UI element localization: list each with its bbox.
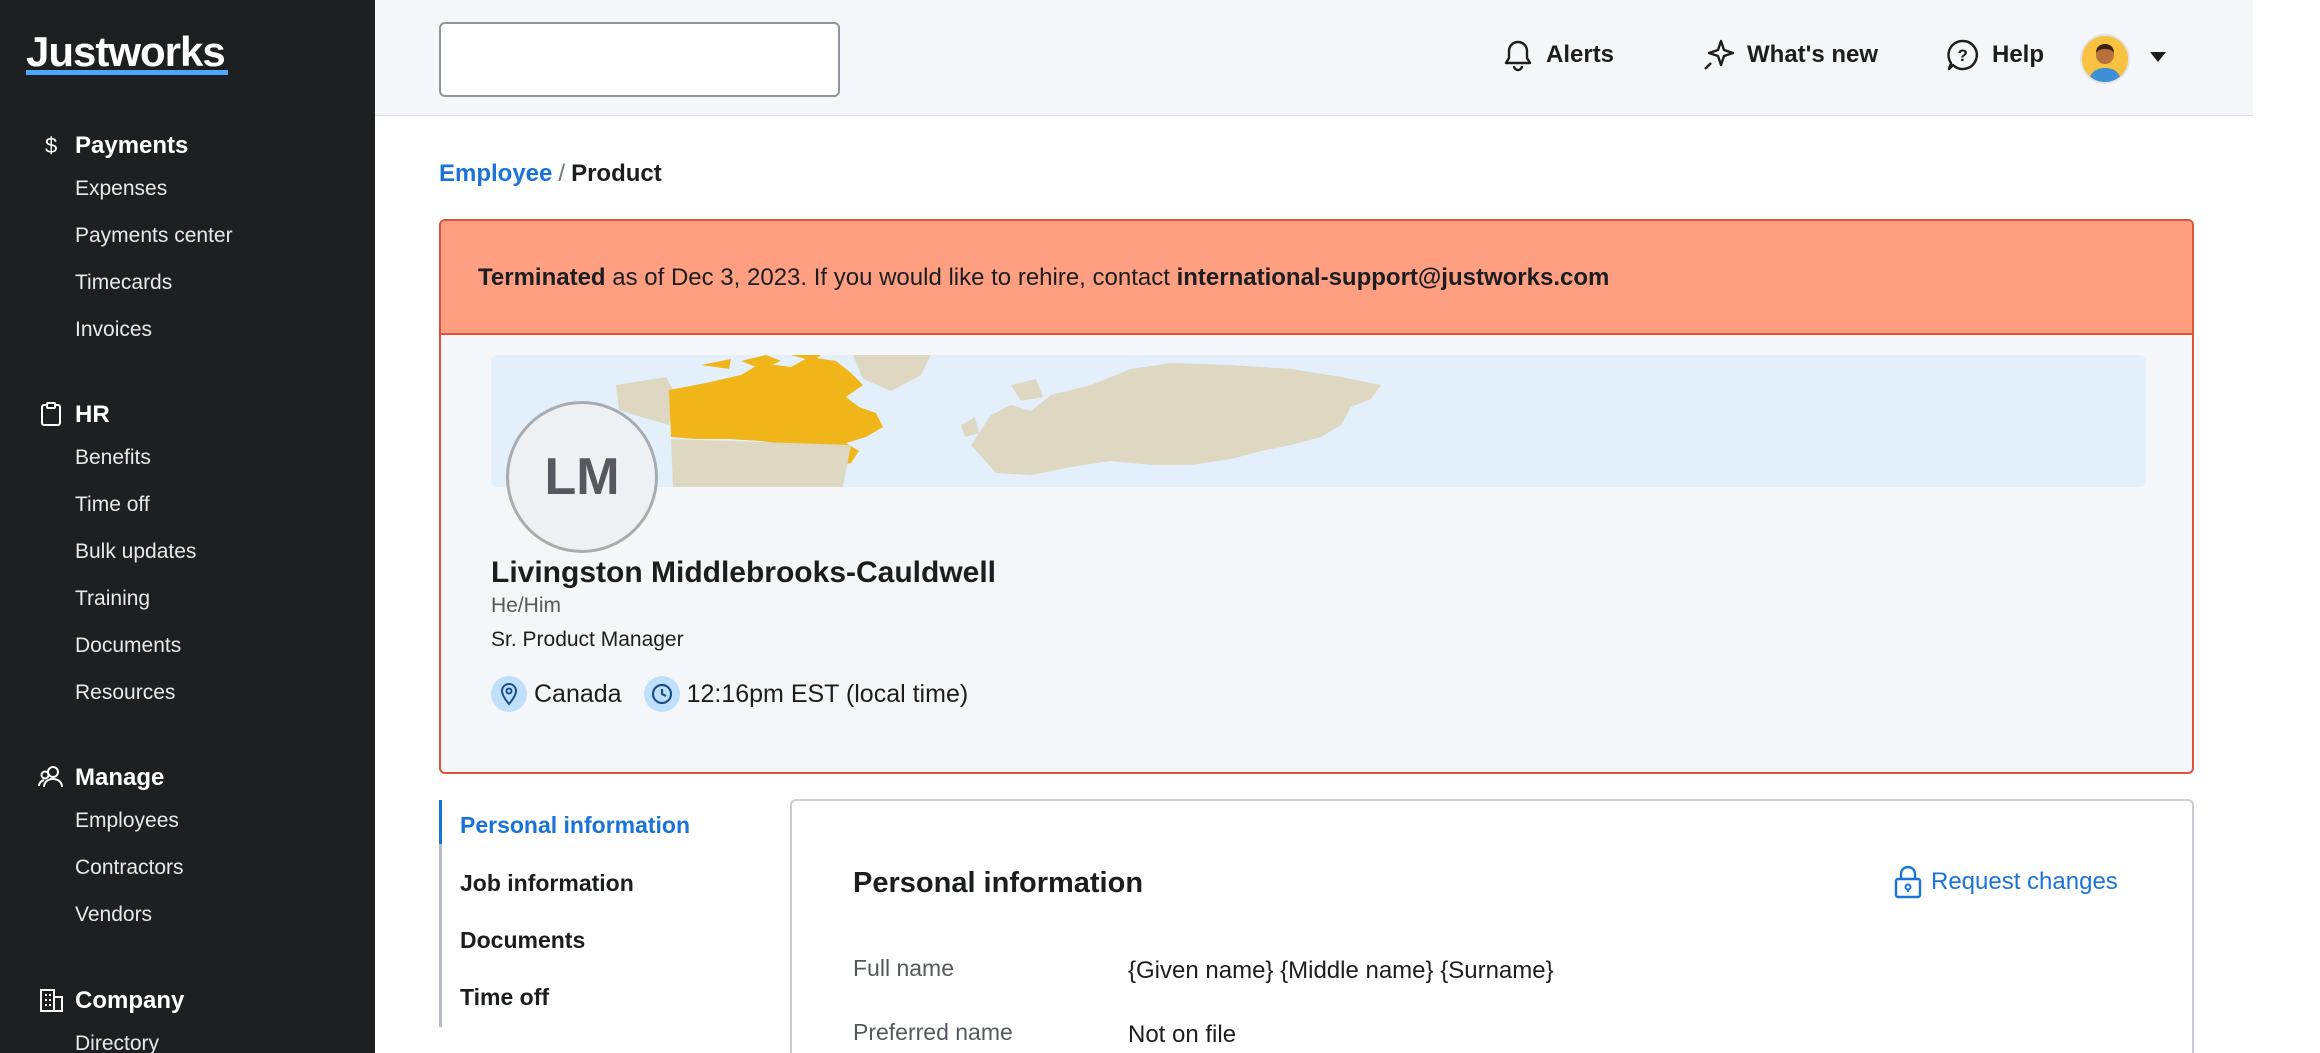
logo-underline — [26, 70, 228, 75]
sidebar-item-payments-center[interactable]: Payments center — [75, 212, 375, 259]
sidebar-group-manage: Manage Employees Contractors Vendors — [0, 756, 375, 938]
profile-card: Terminated as of Dec 3, 2023. If you wou… — [439, 219, 2194, 774]
help-button[interactable]: ? Help — [1946, 38, 2044, 72]
breadcrumb-current: Product — [571, 160, 662, 187]
help-icon: ? — [1947, 39, 1978, 71]
user-avatar-image — [2082, 36, 2128, 82]
tab-personal-information[interactable]: Personal information — [460, 812, 690, 839]
employee-pronouns: He/Him — [491, 594, 562, 617]
whats-new-button[interactable]: What's new — [1701, 38, 1878, 72]
sidebar-item-directory[interactable]: Directory — [75, 1020, 375, 1053]
top-bar: Alerts What's new ? Help — [375, 0, 2253, 116]
people-icon — [38, 764, 64, 790]
profile-initials: LM — [544, 448, 620, 506]
sidebar-item-training[interactable]: Training — [75, 575, 375, 622]
building-icon — [38, 987, 64, 1013]
employee-location-time: Canada 12:16pm EST (local time) — [491, 676, 968, 712]
sidebar-item-timecards[interactable]: Timecards — [75, 259, 375, 306]
breadcrumb-separator: / — [558, 160, 566, 187]
sidebar-item-invoices[interactable]: Invoices — [75, 306, 375, 353]
alerts-button[interactable]: Alerts — [1502, 38, 1614, 72]
svg-text:?: ? — [1958, 46, 1968, 65]
lock-icon — [1894, 865, 1922, 899]
active-indicator — [439, 800, 442, 844]
location-map — [491, 355, 2146, 487]
personal-information-panel: Personal information Request changes Ful… — [790, 799, 2194, 1053]
employee-name: Livingston Middlebrooks-Cauldwell — [491, 556, 997, 589]
sidebar-group-company: Company Directory — [0, 979, 375, 1053]
request-changes-label: Request changes — [1931, 868, 2118, 895]
sidebar-heading-manage[interactable]: Manage — [0, 756, 375, 796]
clock-icon — [643, 676, 680, 712]
tab-job-information[interactable]: Job information — [460, 870, 634, 897]
field-label-full-name: Full name — [853, 955, 954, 981]
sidebar-item-time-off[interactable]: Time off — [75, 481, 375, 528]
tab-documents[interactable]: Documents — [460, 927, 585, 954]
breadcrumb: Employee / Product — [439, 160, 662, 188]
sidebar-heading-label: Company — [75, 987, 185, 1014]
sidebar-item-benefits[interactable]: Benefits — [75, 434, 375, 481]
employee-job-title: Sr. Product Manager — [491, 628, 684, 651]
bell-icon — [1504, 40, 1532, 72]
svg-text:$: $ — [45, 133, 57, 158]
support-email-link[interactable]: international-support@justworks.com — [1177, 264, 1610, 291]
whats-new-label: What's new — [1747, 41, 1879, 68]
sidebar-group-hr: HR Benefits Time off Bulk updates Traini… — [0, 393, 375, 716]
help-label: Help — [1992, 41, 2045, 68]
request-changes-button[interactable]: Request changes — [1893, 865, 2118, 899]
sidebar-heading-hr[interactable]: HR — [0, 393, 375, 433]
justworks-logo[interactable]: Justworks — [26, 28, 226, 76]
sparkle-icon — [1704, 39, 1735, 70]
map-pin-icon — [491, 676, 527, 712]
field-label-preferred-name: Preferred name — [853, 1019, 1013, 1045]
field-value-preferred-name: Not on file — [1128, 1021, 1237, 1048]
breadcrumb-employee-link[interactable]: Employee — [439, 160, 552, 187]
employee-country: Canada — [534, 679, 622, 708]
employee-local-time: 12:16pm EST (local time) — [686, 679, 969, 708]
sidebar-item-resources[interactable]: Resources — [75, 669, 375, 716]
profile-section-nav: Personal information Job information Doc… — [439, 800, 739, 1027]
app-root: Justworks $ Payments Expenses Payments c… — [0, 0, 2320, 1053]
alerts-label: Alerts — [1546, 41, 1615, 68]
sidebar-item-documents[interactable]: Documents — [75, 622, 375, 669]
sidebar-item-employees[interactable]: Employees — [75, 797, 375, 844]
sidebar-item-bulk-updates[interactable]: Bulk updates — [75, 528, 375, 575]
termination-message: as of Dec 3, 2023. If you would like to … — [605, 264, 1177, 291]
profile-avatar: LM — [506, 401, 658, 553]
sidebar-group-payments: $ Payments Expenses Payments center Time… — [0, 124, 375, 353]
field-value-full-name: {Given name} {Middle name} {Surname} — [1128, 957, 1554, 984]
tab-time-off[interactable]: Time off — [460, 984, 549, 1011]
sidebar-heading-company[interactable]: Company — [0, 979, 375, 1019]
world-map-illustration — [616, 355, 1381, 487]
sidebar-item-vendors[interactable]: Vendors — [75, 891, 375, 938]
clipboard-icon — [38, 401, 64, 427]
search-input[interactable] — [439, 22, 840, 97]
termination-status: Terminated — [478, 264, 606, 291]
sidebar-item-contractors[interactable]: Contractors — [75, 844, 375, 891]
sidebar: Justworks $ Payments Expenses Payments c… — [0, 0, 375, 1053]
user-avatar[interactable] — [2080, 34, 2130, 84]
chevron-down-icon[interactable] — [2150, 52, 2166, 62]
dollar-icon: $ — [38, 132, 64, 158]
sidebar-heading-payments[interactable]: $ Payments — [0, 124, 375, 164]
termination-banner: Terminated as of Dec 3, 2023. If you wou… — [441, 221, 2192, 335]
sidebar-heading-label: Payments — [75, 132, 189, 159]
sidebar-item-expenses[interactable]: Expenses — [75, 165, 375, 212]
sidebar-heading-label: Manage — [75, 764, 165, 791]
panel-title: Personal information — [853, 867, 1144, 899]
sidebar-heading-label: HR — [75, 401, 110, 428]
